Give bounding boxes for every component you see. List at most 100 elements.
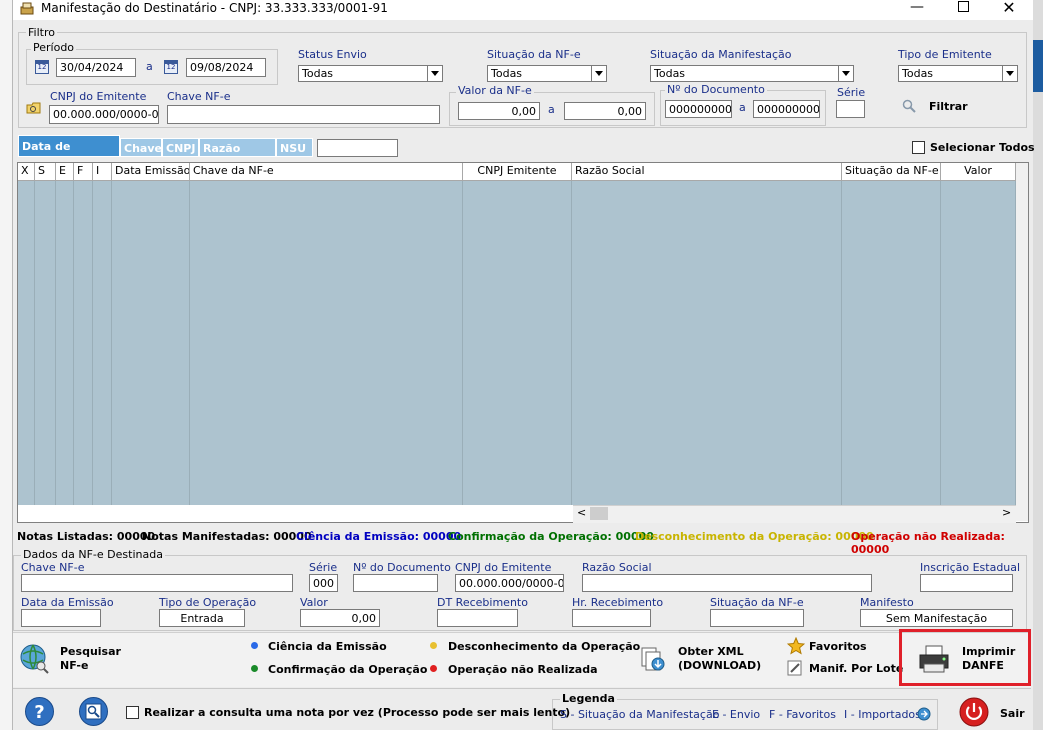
- period-from-input[interactable]: 30/04/2024: [56, 58, 136, 77]
- cnpj-emitente-input[interactable]: 00.000.000/0000-00: [49, 105, 159, 124]
- calendar-icon[interactable]: 12: [164, 60, 178, 74]
- dados-hr-recebimento-input[interactable]: [572, 609, 651, 627]
- sair-button[interactable]: Sair: [1000, 707, 1025, 720]
- grid-column: [463, 181, 572, 505]
- status-envio-select[interactable]: Todas: [298, 65, 443, 82]
- tab-razao-social[interactable]: Razão Social: [199, 138, 276, 174]
- help-icon[interactable]: ?: [24, 696, 55, 727]
- filtrar-button[interactable]: Filtrar: [929, 100, 968, 113]
- folder-search-icon[interactable]: [26, 101, 42, 115]
- column-header[interactable]: Chave da NF-e: [190, 163, 463, 181]
- action-nao-realizada[interactable]: Operação não Realizada: [448, 663, 598, 676]
- scroll-thumb[interactable]: [590, 507, 608, 520]
- dados-tipo-operacao-input[interactable]: Entrada: [159, 609, 245, 627]
- background-window-right: [1033, 0, 1043, 730]
- status-envio-label: Status Envio: [298, 48, 367, 61]
- column-header[interactable]: Valor: [941, 163, 1016, 181]
- dados-valor-input[interactable]: 0,00: [300, 609, 380, 627]
- dados-dt-recebimento-label: DT Recebimento: [437, 596, 528, 609]
- manif-lote-button[interactable]: Manif. Por Lote: [809, 662, 903, 675]
- dados-serie-input[interactable]: 000: [309, 574, 338, 592]
- action-ciencia[interactable]: Ciência da Emissão: [268, 640, 387, 653]
- action-confirmacao[interactable]: Confirmação da Operação: [268, 663, 427, 676]
- obter-xml-label-1[interactable]: Obter XML: [678, 645, 744, 658]
- chave-nfe-input[interactable]: [167, 105, 440, 124]
- chevron-down-icon[interactable]: [427, 66, 442, 81]
- serie-input[interactable]: [836, 100, 865, 118]
- column-header[interactable]: E: [56, 163, 74, 181]
- chevron-down-icon[interactable]: [591, 66, 606, 81]
- globe-search-icon[interactable]: [18, 642, 50, 674]
- printer-icon[interactable]: [918, 644, 950, 674]
- favoritos-button[interactable]: Favoritos: [809, 640, 867, 653]
- tab-cnpj[interactable]: CNPJ: [162, 138, 199, 157]
- column-header[interactable]: I: [93, 163, 112, 181]
- tab-chave[interactable]: Chave: [120, 138, 162, 157]
- tab-nsu[interactable]: NSU: [276, 138, 313, 157]
- dados-manifesto-input[interactable]: Sem Manifestação: [860, 609, 1013, 627]
- tab-data-emissao[interactable]: Data de Emissão: [18, 135, 120, 175]
- column-header[interactable]: X: [18, 163, 35, 181]
- grid-column: [93, 181, 112, 505]
- import-icon: [917, 707, 931, 721]
- imprimir-label-1[interactable]: Imprimir: [962, 645, 1015, 658]
- scroll-right-arrow[interactable]: >: [1002, 506, 1011, 519]
- chave-nfe-label: Chave NF-e: [167, 90, 231, 103]
- pesquisar-label-1[interactable]: Pesquisar: [60, 645, 121, 658]
- star-icon[interactable]: [786, 636, 806, 655]
- dados-cnpj-label: CNPJ do Emitente: [455, 561, 552, 574]
- dados-situacao-input[interactable]: [710, 609, 804, 627]
- dados-razao-input[interactable]: [582, 574, 872, 592]
- dados-ie-label: Inscrição Estadual: [920, 561, 1021, 574]
- green-dot-icon: [251, 665, 258, 672]
- period-to-input[interactable]: 09/08/2024: [186, 58, 266, 77]
- column-header[interactable]: CNPJ Emitente: [463, 163, 572, 181]
- situacao-manifestacao-select[interactable]: Todas: [650, 65, 854, 82]
- dados-ie-input[interactable]: [920, 574, 1013, 592]
- maximize-button[interactable]: [948, 0, 978, 16]
- window-title: Manifestação do Destinatário - CNPJ: 33.…: [41, 1, 388, 15]
- period-separator: a: [146, 60, 153, 73]
- legend-item-i: I - Importados: [844, 708, 921, 721]
- selecionar-todos-checkbox[interactable]: [912, 141, 925, 154]
- num-doc-from-input[interactable]: 000000000: [665, 100, 732, 118]
- legend-title: Legenda: [560, 692, 617, 705]
- close-button[interactable]: ✕: [994, 0, 1024, 17]
- edit-icon[interactable]: [787, 660, 803, 676]
- vertical-scroll-area[interactable]: [1016, 163, 1028, 521]
- chevron-down-icon[interactable]: [838, 66, 853, 81]
- dados-cnpj-input[interactable]: 00.000.000/0000-00: [455, 574, 564, 592]
- valor-to-input[interactable]: 0,00: [564, 102, 646, 120]
- zoom-icon[interactable]: [78, 696, 109, 727]
- num-doc-to-input[interactable]: 000000000: [753, 100, 820, 118]
- consulta-checkbox[interactable]: [126, 706, 139, 719]
- power-icon[interactable]: [959, 697, 989, 727]
- obter-xml-label-2[interactable]: (DOWNLOAD): [678, 659, 761, 672]
- grid-column: [572, 181, 842, 505]
- column-header[interactable]: Data Emissão: [112, 163, 190, 181]
- horizontal-scrollbar[interactable]: [573, 505, 1016, 523]
- tipo-emitente-select[interactable]: Todas: [898, 65, 1018, 82]
- pesquisar-label-2[interactable]: NF-e: [60, 659, 88, 672]
- dados-num-doc-input[interactable]: [353, 574, 438, 592]
- search-icon[interactable]: [902, 99, 916, 113]
- imprimir-label-2[interactable]: DANFE: [962, 659, 1004, 672]
- dados-chave-input[interactable]: [21, 574, 293, 592]
- dados-dt-recebimento-input[interactable]: [437, 609, 518, 627]
- dados-data-emissao-input[interactable]: [21, 609, 101, 627]
- situacao-nfe-select[interactable]: Todas: [487, 65, 607, 82]
- valor-from-input[interactable]: 0,00: [458, 102, 540, 120]
- download-xml-icon[interactable]: [638, 644, 666, 672]
- column-header[interactable]: F: [74, 163, 93, 181]
- minimize-button[interactable]: —: [902, 0, 932, 16]
- situacao-manifestacao-label: Situação da Manifestação: [650, 48, 792, 61]
- calendar-icon[interactable]: 12: [35, 60, 49, 74]
- tab-search-input[interactable]: [317, 139, 398, 157]
- scroll-left-arrow[interactable]: <: [577, 506, 586, 519]
- grid-column: [18, 181, 35, 505]
- column-header[interactable]: S: [35, 163, 56, 181]
- column-header[interactable]: Situação da NF-e: [842, 163, 941, 181]
- column-header[interactable]: Razão Social: [572, 163, 842, 181]
- action-desconhecimento[interactable]: Desconhecimento da Operação: [448, 640, 640, 653]
- chevron-down-icon[interactable]: [1002, 66, 1017, 81]
